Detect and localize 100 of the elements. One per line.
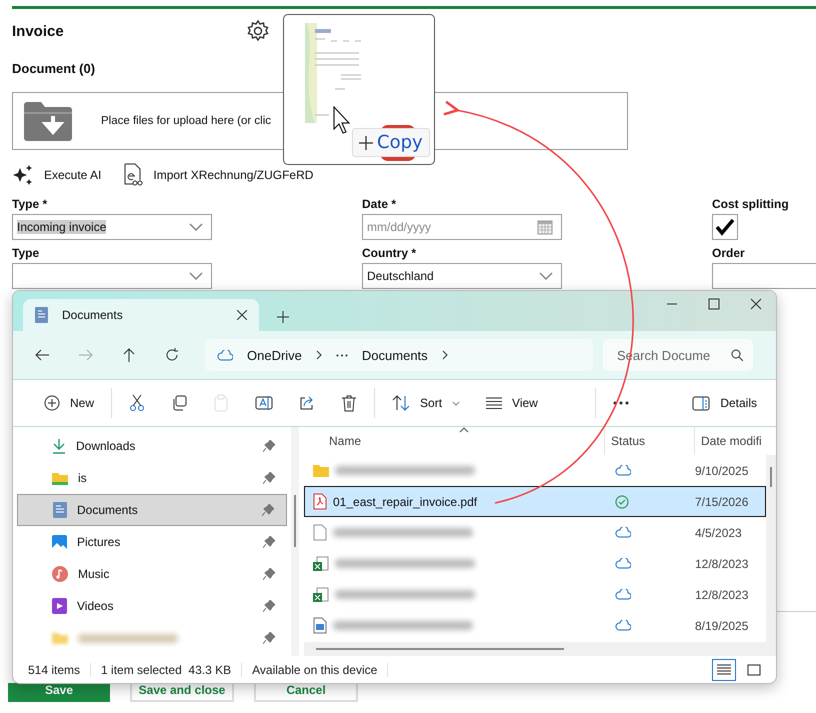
sparkle-icon [12, 164, 34, 186]
sidebar-item[interactable]: Pictures [17, 526, 287, 558]
field-label: Cost splitting [712, 197, 790, 211]
status-text: 1 item selected 43.3 KB [91, 662, 242, 676]
sidebar-item[interactable]: is [17, 462, 287, 494]
sidebar-item[interactable]: Music [17, 558, 287, 590]
status-text: 514 items [28, 662, 92, 676]
file-row[interactable]: 01_east_repair_invoice.pdf 7/15/2026 [304, 486, 766, 517]
file-row[interactable]: 4/5/2023 [304, 517, 766, 548]
page-title: Invoice [12, 22, 65, 40]
cut-icon[interactable] [129, 394, 146, 412]
sort-icon [392, 395, 410, 411]
chevron-down-icon [452, 400, 460, 406]
new-tab-icon[interactable] [277, 311, 289, 323]
plus-icon [359, 136, 373, 150]
sort-button[interactable]: Sort [379, 387, 474, 419]
file-icon [313, 524, 327, 541]
sort-caret-icon [459, 427, 469, 433]
field-label: Country * [362, 246, 417, 260]
music-icon [52, 566, 68, 582]
document-icon [35, 307, 48, 323]
save-button[interactable]: Save [8, 683, 110, 702]
sidebar-item[interactable]: Documents [17, 494, 287, 526]
folder-icon [52, 471, 68, 485]
chevron-right-icon [316, 350, 322, 360]
date-field[interactable]: mm/dd/yyyy [362, 214, 562, 240]
select-field[interactable]: Incoming invoice [12, 214, 212, 240]
execute-ai-button[interactable]: Execute AI [12, 164, 102, 186]
checkbox[interactable] [712, 214, 738, 240]
image-file-icon [313, 617, 327, 634]
refresh-icon[interactable] [165, 348, 179, 362]
pin-icon[interactable] [263, 536, 275, 548]
form-button[interactable]: Cancel [254, 683, 358, 702]
import-button[interactable]: Import XRechnung/ZUGFeRD [123, 163, 314, 187]
file-row[interactable]: 8/19/2025 [304, 610, 766, 641]
form-button[interactable]: Save and close [130, 683, 234, 702]
status-text: Available on this device [242, 662, 388, 676]
select-field[interactable] [12, 263, 212, 289]
column-header[interactable]: Status [604, 427, 694, 455]
settings-icon[interactable] [246, 19, 270, 43]
pdf-file-icon [313, 493, 327, 510]
file-row[interactable]: 12/8/2023 [304, 579, 766, 610]
video-icon [52, 598, 67, 614]
more-icon [612, 401, 629, 405]
chevron-down-icon [189, 223, 203, 231]
document-icon [53, 502, 67, 518]
details-pane-icon [692, 396, 710, 410]
details-view-button[interactable] [712, 658, 736, 680]
copy-icon[interactable] [171, 395, 188, 411]
view-button[interactable]: View [473, 387, 551, 419]
folder-icon [52, 631, 68, 645]
details-list-icon [717, 664, 731, 676]
chevron-right-icon [442, 350, 448, 360]
file-row[interactable]: 9/10/2025 [304, 455, 766, 486]
more-icon[interactable] [336, 354, 348, 356]
sidebar-item[interactable]: Downloads [17, 430, 287, 462]
field-label: Date * [362, 197, 398, 211]
address-bar[interactable]: OneDrive Documents [205, 339, 593, 371]
column-header[interactable]: Name [304, 427, 604, 455]
details-button[interactable]: Details [679, 387, 770, 419]
cloud-icon [217, 350, 233, 360]
section-heading: Document (0) [12, 61, 96, 76]
close-icon[interactable] [750, 298, 762, 310]
order-field[interactable] [712, 263, 816, 289]
maximize-icon[interactable] [708, 298, 720, 310]
calendar-icon[interactable] [537, 219, 553, 235]
up-arrow-icon[interactable] [123, 348, 135, 362]
close-icon[interactable] [237, 310, 247, 320]
chevron-down-icon [539, 272, 553, 280]
trash-icon[interactable] [341, 394, 358, 412]
explorer-tab[interactable]: Documents [23, 299, 259, 331]
picture-icon [52, 534, 67, 550]
pin-icon[interactable] [263, 632, 275, 644]
share-icon[interactable] [299, 395, 316, 411]
pin-icon[interactable] [263, 440, 275, 452]
sidebar-item[interactable]: Videos [17, 590, 287, 622]
upload-hint: Place files for upload here (or clic [101, 115, 272, 127]
search-icon [731, 349, 743, 361]
e-document-icon [123, 163, 144, 187]
tiles-icon [747, 664, 761, 676]
column-header[interactable]: Date modifi [694, 427, 766, 455]
pin-icon[interactable] [263, 472, 275, 484]
field-label: Type * [12, 197, 48, 211]
field-label: Type [12, 246, 40, 260]
pin-icon[interactable] [263, 600, 275, 612]
spreadsheet-file-icon [313, 586, 329, 602]
breadcrumb-item[interactable]: Documents [362, 348, 428, 362]
file-row[interactable]: 12/8/2023 [304, 548, 766, 579]
copy-badge: Copy [352, 128, 430, 157]
folder-download-icon [23, 101, 73, 141]
breadcrumb-item[interactable]: OneDrive [247, 348, 302, 362]
pin-icon[interactable] [262, 504, 274, 516]
cursor-icon [333, 106, 353, 134]
pin-icon[interactable] [263, 568, 275, 580]
rename-icon[interactable] [255, 395, 274, 411]
back-arrow-icon[interactable] [35, 349, 49, 361]
download-icon [52, 438, 66, 454]
new-button[interactable]: New [31, 387, 108, 419]
select-field[interactable]: Deutschland [362, 263, 562, 289]
field-label: Order [712, 246, 746, 260]
